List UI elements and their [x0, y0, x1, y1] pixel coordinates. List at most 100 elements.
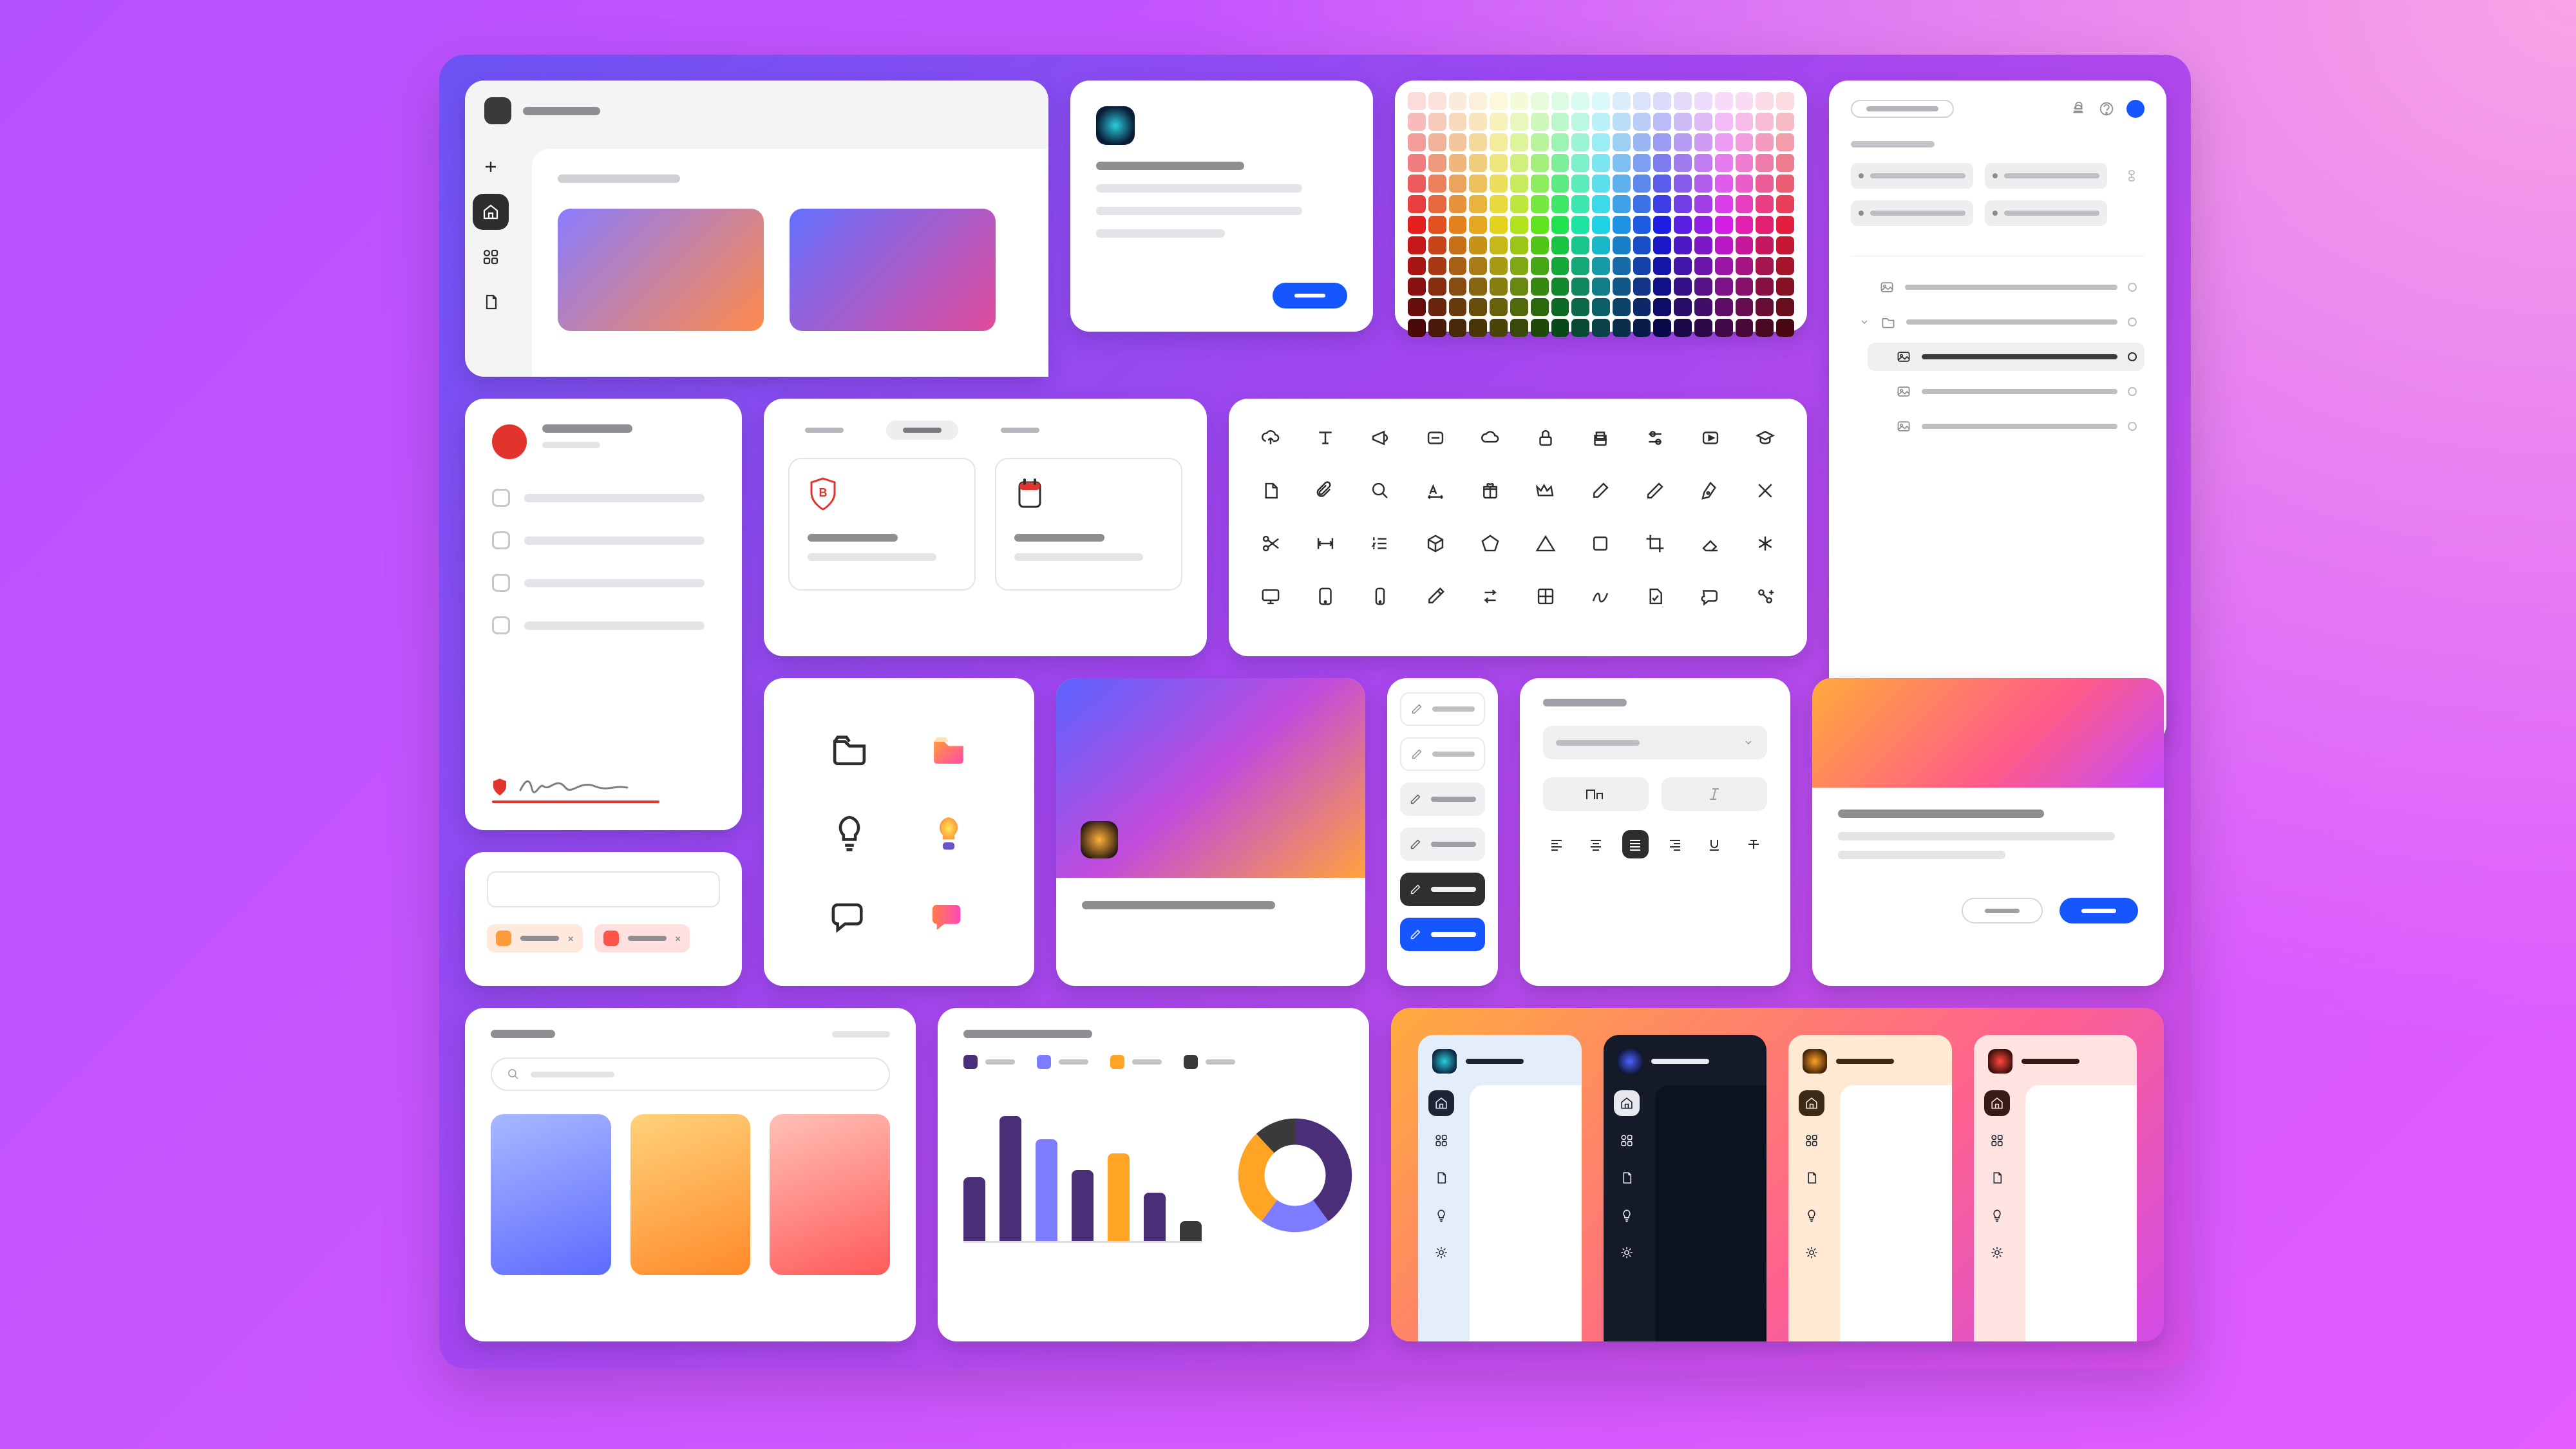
font-family-select[interactable]: [1543, 726, 1767, 759]
file-check-icon[interactable]: [1644, 585, 1666, 607]
color-swatch[interactable]: [1694, 133, 1712, 151]
mini-nav-apps[interactable]: [1799, 1128, 1824, 1153]
layer-row-selected[interactable]: [1868, 343, 2145, 371]
color-swatch[interactable]: [1571, 298, 1589, 316]
font-style-field[interactable]: [1662, 777, 1767, 811]
color-swatch[interactable]: [1490, 195, 1508, 213]
grid-icon[interactable]: [1535, 585, 1557, 607]
color-swatch[interactable]: [1715, 216, 1733, 234]
color-swatch[interactable]: [1449, 154, 1467, 172]
color-swatch[interactable]: [1531, 216, 1549, 234]
color-swatch[interactable]: [1571, 92, 1589, 110]
color-swatch[interactable]: [1551, 298, 1569, 316]
link-card-icon[interactable]: [1425, 427, 1446, 449]
color-swatch[interactable]: [1736, 298, 1754, 316]
mini-nav-page[interactable]: [1614, 1165, 1640, 1191]
color-swatch[interactable]: [1531, 92, 1549, 110]
layer-folder-row[interactable]: [1851, 308, 2145, 336]
color-swatch[interactable]: [1736, 133, 1754, 151]
color-swatch[interactable]: [1428, 113, 1446, 131]
checkbox[interactable]: [492, 531, 510, 549]
color-swatch[interactable]: [1674, 257, 1692, 275]
color-swatch[interactable]: [1490, 154, 1508, 172]
color-swatch[interactable]: [1428, 319, 1446, 337]
checkbox[interactable]: [492, 616, 510, 634]
color-swatch[interactable]: [1756, 92, 1774, 110]
color-swatch[interactable]: [1694, 113, 1712, 131]
version-item[interactable]: [1400, 828, 1485, 861]
checkbox[interactable]: [492, 574, 510, 592]
secondary-button[interactable]: [1962, 898, 2043, 923]
color-swatch[interactable]: [1551, 154, 1569, 172]
color-swatch[interactable]: [1592, 154, 1610, 172]
color-swatch[interactable]: [1510, 278, 1528, 296]
color-swatch[interactable]: [1633, 298, 1651, 316]
swap-icon[interactable]: [1479, 585, 1501, 607]
color-swatch[interactable]: [1694, 154, 1712, 172]
color-swatch[interactable]: [1653, 216, 1671, 234]
color-swatch[interactable]: [1613, 216, 1631, 234]
color-swatch[interactable]: [1571, 113, 1589, 131]
color-swatch[interactable]: [1551, 278, 1569, 296]
color-swatch[interactable]: [1776, 133, 1794, 151]
color-swatch[interactable]: [1776, 175, 1794, 193]
edit-icon[interactable]: [1589, 480, 1611, 502]
color-swatch[interactable]: [1469, 278, 1487, 296]
color-swatch[interactable]: [1408, 216, 1426, 234]
version-item[interactable]: [1400, 873, 1485, 906]
color-swatch[interactable]: [1756, 257, 1774, 275]
remove-tag-icon[interactable]: ×: [568, 933, 574, 945]
gradient-swatch[interactable]: [630, 1114, 751, 1275]
video-icon[interactable]: [1700, 427, 1721, 449]
color-swatch[interactable]: [1736, 113, 1754, 131]
color-swatch[interactable]: [1694, 92, 1712, 110]
color-swatch[interactable]: [1469, 195, 1487, 213]
font-size-field[interactable]: [1543, 777, 1649, 811]
sliders-icon[interactable]: [1644, 427, 1666, 449]
scissors-icon[interactable]: [1260, 533, 1282, 554]
theme-preview-rose[interactable]: [1974, 1035, 2137, 1341]
color-swatch[interactable]: [1694, 175, 1712, 193]
color-swatch[interactable]: [1736, 154, 1754, 172]
file-card[interactable]: B: [788, 458, 976, 591]
mini-nav-bulb[interactable]: [1614, 1202, 1640, 1228]
version-item[interactable]: [1400, 692, 1485, 726]
color-swatch[interactable]: [1694, 319, 1712, 337]
asterisk-icon[interactable]: [1754, 533, 1776, 554]
mini-nav-apps[interactable]: [1614, 1128, 1640, 1153]
color-swatch[interactable]: [1510, 257, 1528, 275]
color-swatch[interactable]: [1510, 133, 1528, 151]
color-swatch[interactable]: [1756, 319, 1774, 337]
color-swatch[interactable]: [1694, 216, 1712, 234]
color-swatch[interactable]: [1776, 278, 1794, 296]
color-swatch[interactable]: [1736, 175, 1754, 193]
color-swatch[interactable]: [1571, 154, 1589, 172]
color-swatch[interactable]: [1592, 278, 1610, 296]
gallery-link[interactable]: [832, 1031, 890, 1037]
color-swatch[interactable]: [1633, 257, 1651, 275]
mini-nav-home[interactable]: [1984, 1090, 2010, 1116]
color-swatch[interactable]: [1428, 133, 1446, 151]
color-swatch[interactable]: [1469, 133, 1487, 151]
square-icon[interactable]: [1589, 533, 1611, 554]
crown-icon[interactable]: [1535, 480, 1557, 502]
color-swatch[interactable]: [1428, 216, 1446, 234]
color-swatch[interactable]: [1653, 298, 1671, 316]
color-swatch[interactable]: [1715, 319, 1733, 337]
mini-nav-page[interactable]: [1984, 1165, 2010, 1191]
color-swatch[interactable]: [1449, 195, 1467, 213]
color-swatch[interactable]: [1469, 154, 1487, 172]
color-swatch[interactable]: [1674, 298, 1692, 316]
sidebar-apps-button[interactable]: [473, 239, 509, 275]
list-numbers-icon[interactable]: [1369, 533, 1391, 554]
color-swatch[interactable]: [1428, 298, 1446, 316]
color-swatch[interactable]: [1551, 113, 1569, 131]
color-swatch[interactable]: [1715, 236, 1733, 254]
mini-nav-apps[interactable]: [1428, 1128, 1454, 1153]
color-swatch[interactable]: [1531, 154, 1549, 172]
color-swatch[interactable]: [1653, 236, 1671, 254]
color-swatch[interactable]: [1613, 92, 1631, 110]
color-swatch[interactable]: [1449, 257, 1467, 275]
color-swatch[interactable]: [1715, 195, 1733, 213]
color-swatch[interactable]: [1633, 319, 1651, 337]
